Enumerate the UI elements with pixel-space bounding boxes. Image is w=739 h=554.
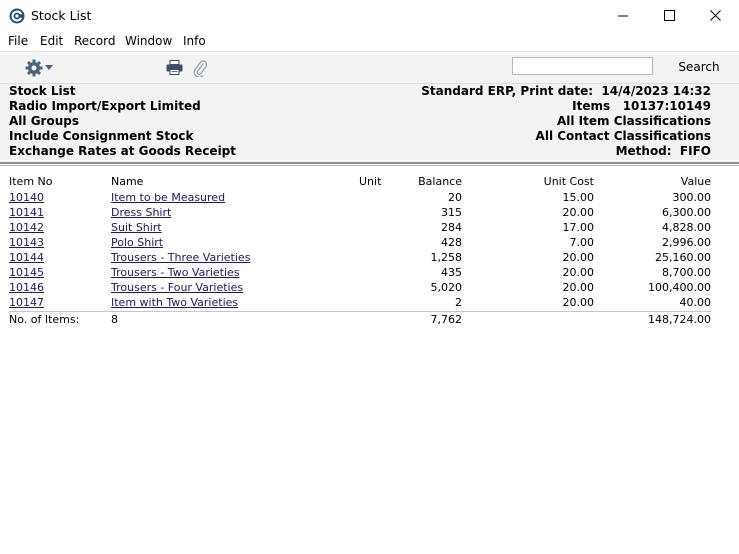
minimize-icon bbox=[618, 15, 628, 16]
value-cell: 25,160.00 bbox=[655, 251, 711, 264]
table-row: 10144 Trousers - Three Varieties 1,258 2… bbox=[0, 250, 739, 265]
totals-balance: 7,762 bbox=[430, 313, 463, 326]
value-cell: 300.00 bbox=[672, 191, 712, 204]
item-name-link[interactable]: Trousers - Two Varieties bbox=[111, 266, 240, 279]
close-button[interactable] bbox=[692, 0, 738, 31]
contact-classifications: All Contact Classifications bbox=[535, 129, 711, 143]
item-no-link[interactable]: 10147 bbox=[9, 296, 44, 309]
print-date: Standard ERP, Print date: 14/4/2023 14:3… bbox=[421, 84, 711, 98]
table-row: 10147 Item with Two Varieties 2 20.00 40… bbox=[0, 295, 739, 310]
print-icon[interactable] bbox=[166, 60, 183, 75]
costing-method: Method: FIFO bbox=[615, 144, 711, 158]
value-cell: 40.00 bbox=[679, 296, 712, 309]
header-balance: Balance bbox=[418, 175, 462, 188]
consignment-option: Include Consignment Stock bbox=[9, 129, 194, 143]
balance-cell: 315 bbox=[441, 206, 462, 219]
menu-info[interactable]: Info bbox=[183, 34, 206, 48]
table-row: 10145 Trousers - Two Varieties 435 20.00… bbox=[0, 265, 739, 280]
balance-cell: 5,020 bbox=[430, 281, 463, 294]
item-name-link[interactable]: Trousers - Four Varieties bbox=[111, 281, 243, 294]
unit-cost-cell: 15.00 bbox=[562, 191, 595, 204]
value-cell: 4,828.00 bbox=[662, 221, 711, 234]
balance-cell: 1,258 bbox=[430, 251, 463, 264]
totals-label: No. of Items: bbox=[9, 313, 80, 326]
header-unit-cost: Unit Cost bbox=[543, 175, 594, 188]
unit-cost-cell: 7.00 bbox=[569, 236, 595, 249]
header-divider bbox=[0, 162, 739, 164]
minimize-button[interactable] bbox=[600, 0, 646, 31]
item-no-link[interactable]: 10142 bbox=[9, 221, 44, 234]
group-filter: All Groups bbox=[9, 114, 79, 128]
company-name: Radio Import/Export Limited bbox=[9, 99, 201, 113]
item-no-link[interactable]: 10145 bbox=[9, 266, 44, 279]
value-cell: 6,300.00 bbox=[662, 206, 711, 219]
item-name-link[interactable]: Item to be Measured bbox=[111, 191, 225, 204]
chevron-down-icon bbox=[45, 65, 53, 70]
window-title: Stock List bbox=[31, 8, 92, 23]
item-classifications: All Item Classifications bbox=[556, 114, 711, 128]
table-row: 10142 Suit Shirt 284 17.00 4,828.00 bbox=[0, 220, 739, 235]
value-cell: 100,400.00 bbox=[648, 281, 711, 294]
table-row: 10146 Trousers - Four Varieties 5,020 20… bbox=[0, 280, 739, 295]
menu-edit[interactable]: Edit bbox=[40, 34, 63, 48]
toolbar: Search bbox=[0, 51, 739, 83]
item-no-link[interactable]: 10140 bbox=[9, 191, 44, 204]
exchange-rate-option: Exchange Rates at Goods Receipt bbox=[9, 144, 237, 158]
table-row: 10140 Item to be Measured 20 15.00 300.0… bbox=[0, 190, 739, 205]
menu-file[interactable]: File bbox=[8, 34, 28, 48]
unit-cost-cell: 20.00 bbox=[562, 206, 595, 219]
operations-menu-button[interactable] bbox=[24, 58, 54, 78]
totals-value: 148,724.00 bbox=[648, 313, 711, 326]
header-name: Name bbox=[111, 175, 144, 188]
header-value: Value bbox=[680, 175, 711, 188]
unit-cost-cell: 20.00 bbox=[562, 251, 595, 264]
unit-cost-cell: 20.00 bbox=[562, 296, 595, 309]
table-header-row: Item No Name Unit Balance Unit Cost Valu… bbox=[0, 174, 739, 189]
balance-cell: 428 bbox=[441, 236, 462, 249]
unit-cost-cell: 17.00 bbox=[562, 221, 595, 234]
item-no-link[interactable]: 10141 bbox=[9, 206, 44, 219]
table-row: 10143 Polo Shirt 428 7.00 2,996.00 bbox=[0, 235, 739, 250]
item-name-link[interactable]: Polo Shirt bbox=[111, 236, 163, 249]
report-title: Stock List bbox=[9, 84, 76, 98]
header-unit: Unit bbox=[359, 175, 382, 188]
value-cell: 2,996.00 bbox=[662, 236, 711, 249]
search-button[interactable]: Search bbox=[670, 60, 728, 74]
maximize-icon bbox=[663, 10, 675, 21]
close-icon bbox=[709, 10, 721, 21]
totals-row: No. of Items: 8 7,762 148,724.00 bbox=[0, 312, 739, 327]
balance-cell: 20 bbox=[448, 191, 462, 204]
menu-window[interactable]: Window bbox=[125, 34, 172, 48]
balance-cell: 284 bbox=[441, 221, 462, 234]
menu-record[interactable]: Record bbox=[74, 34, 115, 48]
search-input[interactable] bbox=[512, 57, 653, 75]
item-name-link[interactable]: Dress Shirt bbox=[111, 206, 171, 219]
maximize-button[interactable] bbox=[646, 0, 692, 31]
item-no-link[interactable]: 10146 bbox=[9, 281, 44, 294]
menu-bar: File Edit Record Window Info bbox=[0, 31, 739, 51]
item-name-link[interactable]: Suit Shirt bbox=[111, 221, 162, 234]
balance-cell: 435 bbox=[441, 266, 462, 279]
attachment-icon[interactable] bbox=[193, 59, 207, 77]
item-no-link[interactable]: 10144 bbox=[9, 251, 44, 264]
totals-count: 8 bbox=[111, 313, 118, 326]
value-cell: 8,700.00 bbox=[662, 266, 711, 279]
item-no-link[interactable]: 10143 bbox=[9, 236, 44, 249]
gear-icon bbox=[25, 59, 43, 77]
unit-cost-cell: 20.00 bbox=[562, 281, 595, 294]
unit-cost-cell: 20.00 bbox=[562, 266, 595, 279]
header-item-no: Item No bbox=[9, 175, 53, 188]
item-name-link[interactable]: Item with Two Varieties bbox=[111, 296, 238, 309]
table-row: 10141 Dress Shirt 315 20.00 6,300.00 bbox=[0, 205, 739, 220]
report-header: Stock List Radio Import/Export Limited A… bbox=[0, 83, 739, 162]
item-name-link[interactable]: Trousers - Three Varieties bbox=[111, 251, 250, 264]
header-divider-thin bbox=[0, 165, 739, 166]
balance-cell: 2 bbox=[455, 296, 462, 309]
title-bar: Stock List bbox=[0, 0, 739, 31]
app-logo-icon bbox=[9, 8, 25, 24]
items-range: Items 10137:10149 bbox=[572, 99, 711, 113]
